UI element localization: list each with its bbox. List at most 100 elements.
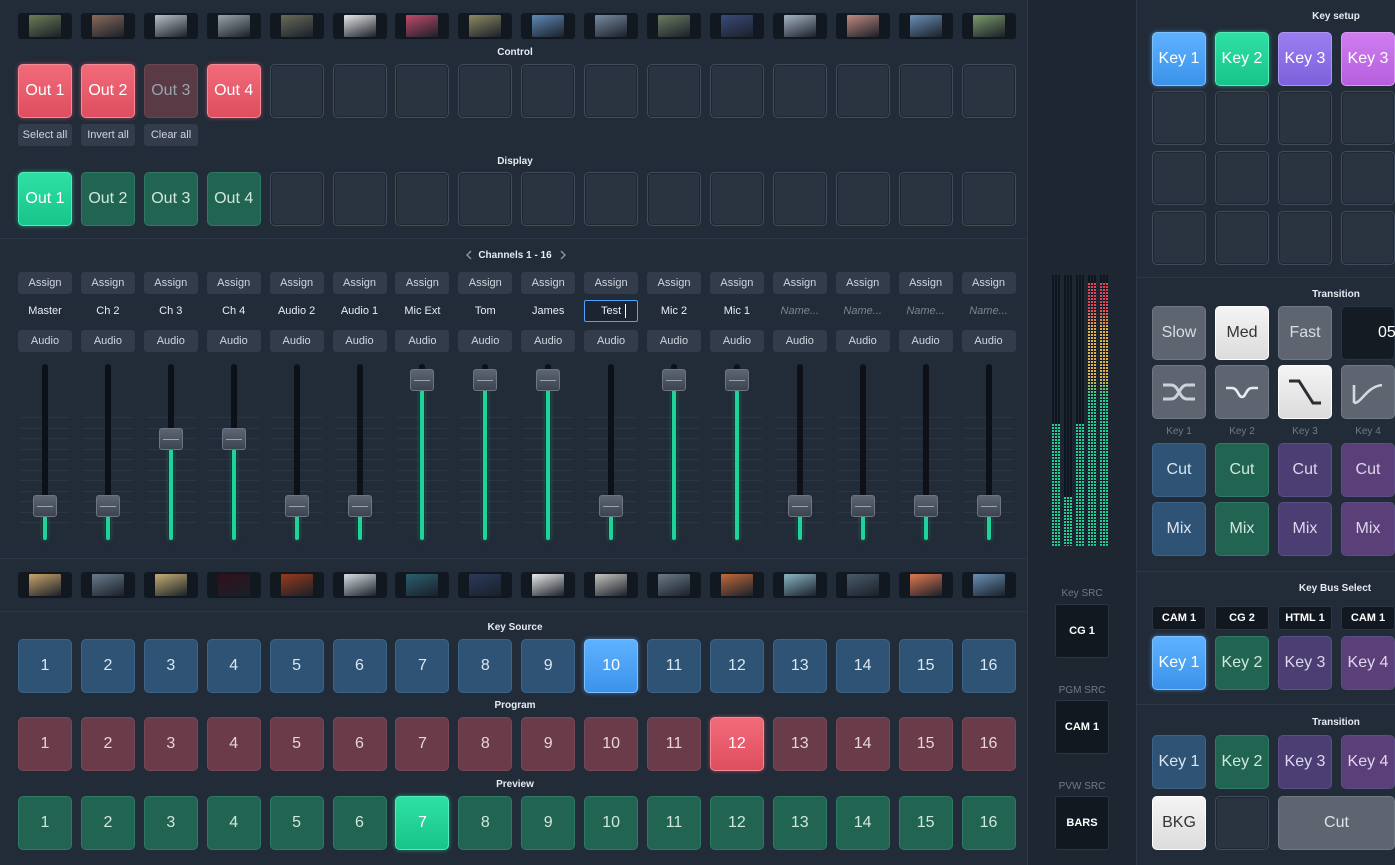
bottom-thumbnail[interactable]: [80, 572, 135, 598]
preview-button[interactable]: 11: [647, 796, 701, 850]
display-out-button[interactable]: Out 2: [80, 172, 135, 226]
key-mix-button[interactable]: Mix: [1215, 502, 1269, 556]
key-bus-key-button[interactable]: Key 1: [1152, 636, 1206, 690]
channels-prev-button[interactable]: [462, 248, 476, 262]
select-all-button[interactable]: Select all: [18, 124, 72, 146]
bottom-thumbnail[interactable]: [772, 572, 827, 598]
assign-button[interactable]: Assign: [898, 272, 953, 294]
empty-slot[interactable]: [521, 172, 576, 226]
preview-button[interactable]: 4: [206, 796, 261, 850]
assign-button[interactable]: Assign: [332, 272, 387, 294]
empty-slot[interactable]: [332, 172, 387, 226]
fader-knob[interactable]: [221, 428, 246, 451]
key-mix-button[interactable]: Mix: [1278, 502, 1332, 556]
audio-button[interactable]: Audio: [961, 330, 1016, 352]
top-thumbnail[interactable]: [521, 13, 576, 39]
preview-button[interactable]: 9: [521, 796, 576, 850]
speed-value[interactable]: 05: [1341, 306, 1395, 360]
empty-slot[interactable]: [1152, 91, 1206, 145]
top-thumbnail[interactable]: [647, 13, 701, 39]
key-setup-key-1[interactable]: Key 1: [1152, 32, 1206, 86]
empty-slot[interactable]: [521, 64, 576, 118]
fader-knob[interactable]: [787, 495, 812, 518]
audio-button[interactable]: Audio: [898, 330, 953, 352]
key-source-button[interactable]: 16: [961, 639, 1016, 693]
audio-button[interactable]: Audio: [521, 330, 576, 352]
key-source-button[interactable]: 8: [458, 639, 513, 693]
channel-name-field[interactable]: Mic Ext: [395, 300, 449, 322]
empty-slot[interactable]: [898, 172, 953, 226]
assign-button[interactable]: Assign: [521, 272, 576, 294]
key-source-button[interactable]: 7: [395, 639, 450, 693]
channel-name-field[interactable]: James: [521, 300, 575, 322]
speed-fast-button[interactable]: Fast: [1278, 306, 1332, 360]
top-thumbnail[interactable]: [709, 13, 764, 39]
bottom-thumbnail[interactable]: [647, 572, 701, 598]
empty-slot[interactable]: [1152, 151, 1206, 205]
bottom-thumbnail[interactable]: [332, 572, 387, 598]
assign-button[interactable]: Assign: [143, 272, 198, 294]
pgm-src-value[interactable]: CAM 1: [1055, 700, 1109, 754]
fader-knob[interactable]: [473, 369, 498, 392]
empty-slot[interactable]: [458, 64, 513, 118]
key-source-button[interactable]: 4: [206, 639, 261, 693]
assign-button[interactable]: Assign: [647, 272, 701, 294]
key-source-button[interactable]: 6: [332, 639, 387, 693]
fader-knob[interactable]: [850, 495, 875, 518]
curve-step-down-button[interactable]: [1278, 365, 1332, 419]
empty-slot[interactable]: [1278, 91, 1332, 145]
empty-slot[interactable]: [1152, 211, 1206, 265]
channel-name-field[interactable]: Name...: [899, 300, 953, 322]
channel-name-field[interactable]: Audio 2: [270, 300, 324, 322]
channel-name-field[interactable]: Test: [584, 300, 639, 322]
audio-button[interactable]: Audio: [332, 330, 387, 352]
empty-slot[interactable]: [835, 172, 890, 226]
assign-button[interactable]: Assign: [709, 272, 764, 294]
empty-slot[interactable]: [1215, 796, 1269, 850]
key-cut-button[interactable]: Cut: [1341, 443, 1395, 497]
key-src-value[interactable]: CG 1: [1055, 604, 1109, 658]
empty-slot[interactable]: [1341, 211, 1395, 265]
audio-button[interactable]: Audio: [395, 330, 450, 352]
top-thumbnail[interactable]: [961, 13, 1016, 39]
fader-knob[interactable]: [158, 428, 183, 451]
bottom-thumbnail[interactable]: [709, 572, 764, 598]
channel-name-field[interactable]: Ch 3: [144, 300, 198, 322]
key-bus-key-button[interactable]: Key 4: [1341, 636, 1395, 690]
audio-button[interactable]: Audio: [647, 330, 701, 352]
preview-button[interactable]: 6: [332, 796, 387, 850]
key-source-button[interactable]: 14: [835, 639, 890, 693]
audio-button[interactable]: Audio: [584, 330, 639, 352]
key-bus-key-button[interactable]: Key 2: [1215, 636, 1269, 690]
channel-name-field[interactable]: Name...: [773, 300, 827, 322]
preview-button[interactable]: 14: [835, 796, 890, 850]
program-button[interactable]: 13: [772, 717, 827, 771]
bottom-thumbnail[interactable]: [269, 572, 324, 598]
empty-slot[interactable]: [647, 172, 701, 226]
key-bus-source[interactable]: HTML 1: [1278, 606, 1332, 630]
assign-button[interactable]: Assign: [206, 272, 261, 294]
fader-knob[interactable]: [724, 369, 749, 392]
audio-button[interactable]: Audio: [18, 330, 72, 352]
key-source-button[interactable]: 15: [898, 639, 953, 693]
empty-slot[interactable]: [1278, 211, 1332, 265]
top-thumbnail[interactable]: [269, 13, 324, 39]
preview-button[interactable]: 15: [898, 796, 953, 850]
empty-slot[interactable]: [772, 64, 827, 118]
key-cut-button[interactable]: Cut: [1152, 443, 1206, 497]
audio-button[interactable]: Audio: [709, 330, 764, 352]
transition-key-button[interactable]: Key 3: [1278, 735, 1332, 789]
channel-name-field[interactable]: Ch 4: [207, 300, 261, 322]
preview-button[interactable]: 10: [584, 796, 639, 850]
key-source-button[interactable]: 3: [143, 639, 198, 693]
channel-name-field[interactable]: Tom: [458, 300, 512, 322]
program-button[interactable]: 11: [647, 717, 701, 771]
curve-shuffle-button[interactable]: [1152, 365, 1206, 419]
program-button[interactable]: 2: [80, 717, 135, 771]
top-thumbnail[interactable]: [458, 13, 513, 39]
audio-button[interactable]: Audio: [80, 330, 135, 352]
fader-knob[interactable]: [347, 495, 372, 518]
audio-button[interactable]: Audio: [458, 330, 513, 352]
preview-button[interactable]: 8: [458, 796, 513, 850]
bottom-thumbnail[interactable]: [835, 572, 890, 598]
